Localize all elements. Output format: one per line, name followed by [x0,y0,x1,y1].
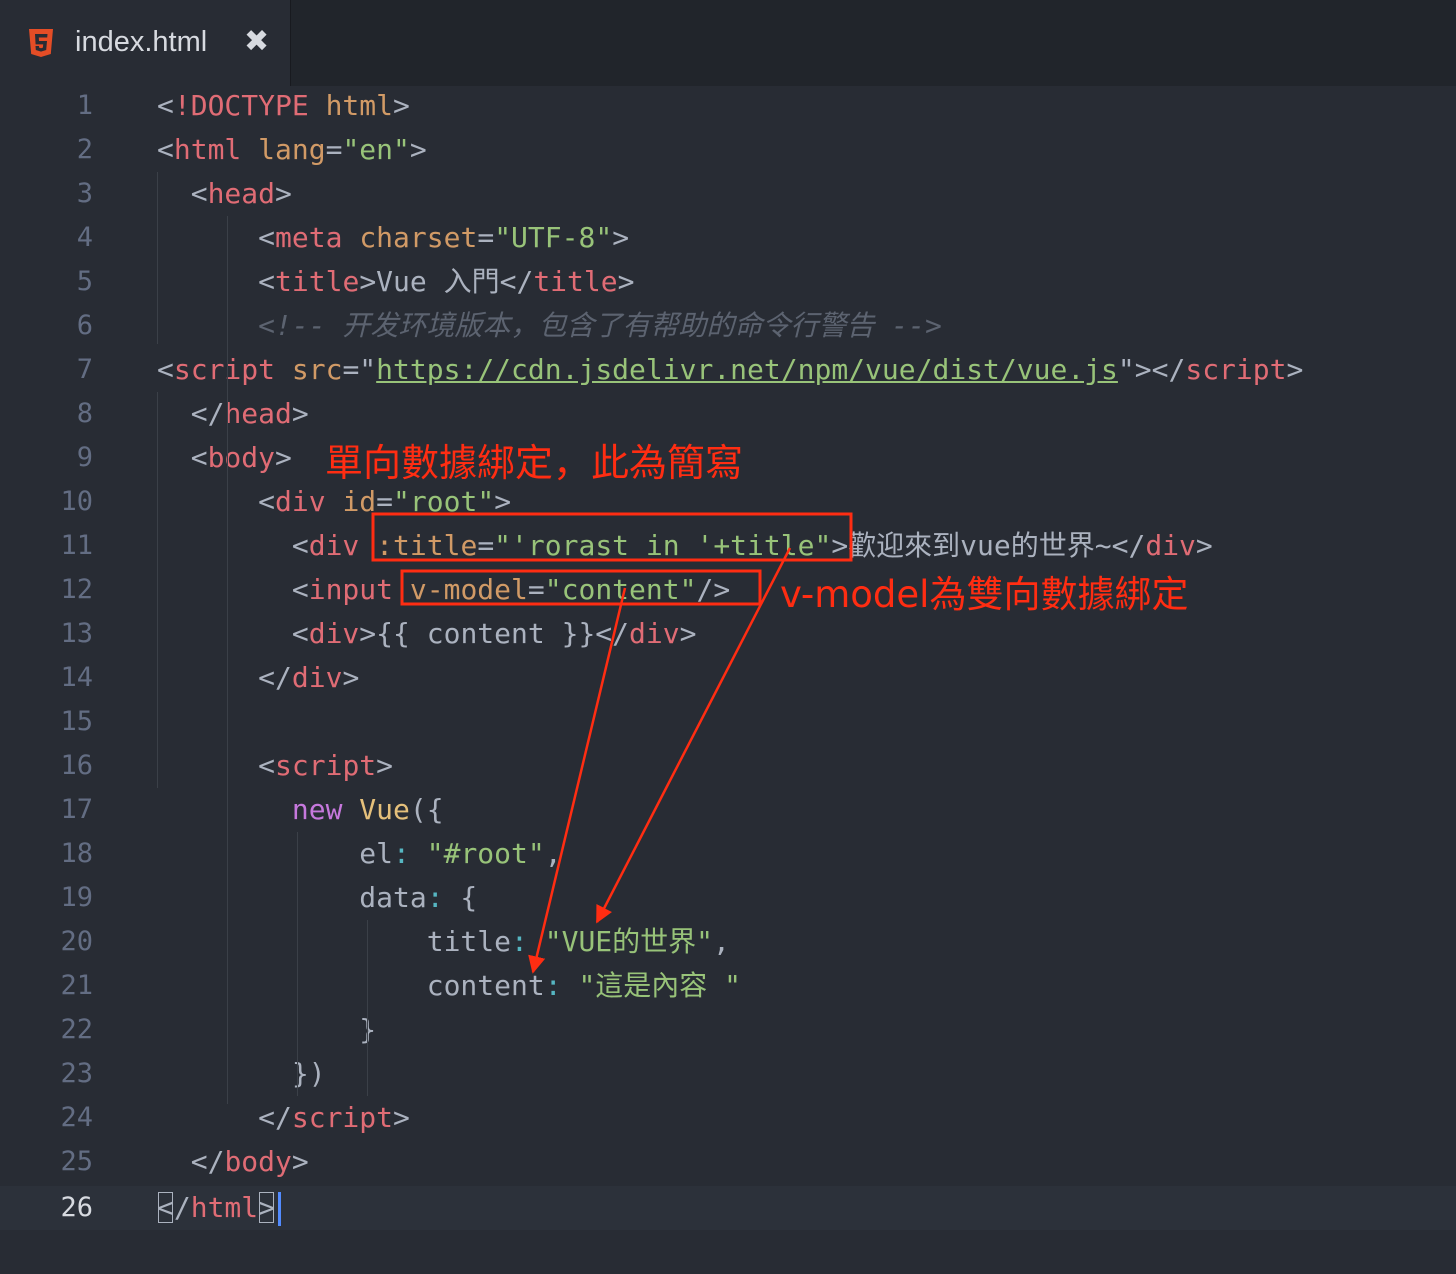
code-editor[interactable]: 1 <!DOCTYPE html> 2 <html lang="en"> 3 <head… [0,84,1456,1274]
two-way-binding-annotation: v-model為雙向數據綁定 [780,573,1189,616]
tab-index-html[interactable]: index.html ✖ [0,0,291,86]
annotation-overlay [371,512,853,974]
title-binding-highlight-box [371,512,853,562]
v-model-binding-arrow [528,587,627,974]
close-icon[interactable]: ✖ [244,24,269,59]
one-way-binding-annotation: 單向數據綁定，此為簡寫 [325,441,744,485]
tab-bar: index.html ✖ [0,0,1456,86]
tab-filename: index.html [75,26,208,58]
v-model-highlight-box [400,569,762,606]
html5-icon [29,29,53,57]
